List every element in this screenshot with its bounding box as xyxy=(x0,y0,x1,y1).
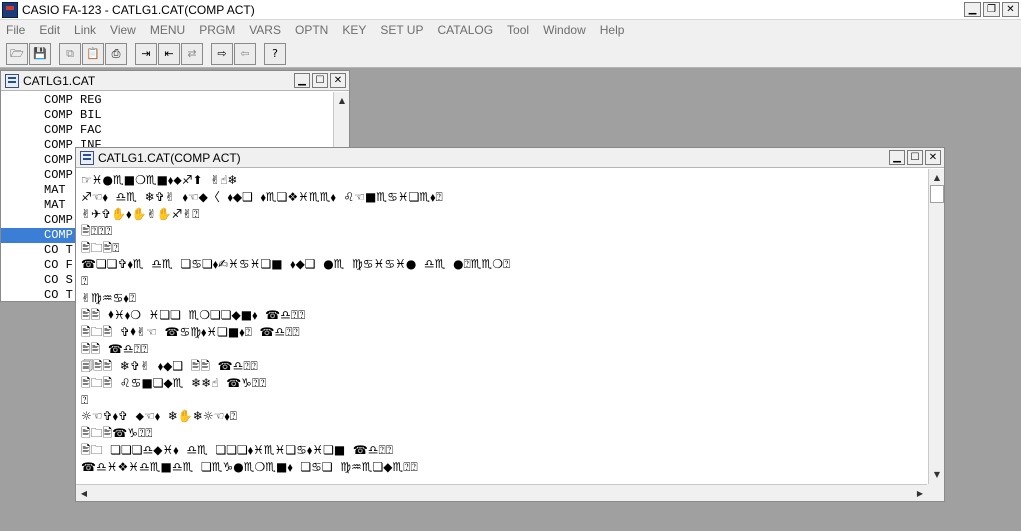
menu-file[interactable]: File xyxy=(6,23,25,37)
transfer-icon: ⇄ xyxy=(187,47,197,60)
comp-act-window-titlebar[interactable]: CATLG1.CAT(COMP ACT) ▁ ☐ ✕ xyxy=(76,148,944,168)
catalog-item[interactable]: COMP BIL xyxy=(1,108,333,123)
text-line: ☼☜✞⬧✞ ⬥☜⬧ ❄✋❄☼☜⬧⍰ xyxy=(81,409,238,424)
menu-window[interactable]: Window xyxy=(543,23,586,37)
text-line: 🗐🖹🖹 ❄✞✌ ⬧◆❑ 🖹🖹 ☎♎⍰⍰ xyxy=(81,358,258,373)
save-icon: 💾 xyxy=(33,47,47,60)
text-line: ☞♓●♏■❍♏■⬧⬥♐⬆ ✌☝❄ xyxy=(81,173,238,187)
text-line: 🖹🖹 ⬧♓⬧❍ ♓❏❏ ♏❍❏❏◆■⬧ ☎♎⍰⍰ xyxy=(81,308,306,323)
scroll-right-icon[interactable]: ▶ xyxy=(912,485,928,501)
text-line: ✌✈✞✋⬧✋✌✋♐✌⍰ xyxy=(81,206,200,221)
scroll-up-icon[interactable]: ▲ xyxy=(929,169,945,185)
catalog-item[interactable]: COMP FAC xyxy=(1,123,333,138)
catalog-item[interactable]: COMP REG xyxy=(1,93,333,108)
text-line: ☎♎♓❖♓♎♏■♎♏ ❏♏♑●♏❍♏■⬧ ❏♋❏ ♍♒♏❏◆♏⍰⍰ xyxy=(81,460,418,475)
text-line: ⍰ xyxy=(81,274,89,289)
open-button[interactable]: 🗁 xyxy=(6,42,28,65)
send-button[interactable]: ⇥ xyxy=(135,42,157,65)
text-line: 🖹🖹 ☎♎⍰⍰ xyxy=(81,341,149,356)
comp-act-horizontal-scrollbar[interactable]: ◀ ▶ xyxy=(76,484,928,501)
text-line: ☎❏❏✞⬧♏ ♎♏ ❏♋❏⬧✍♓♋♓❏■ ⬧◆❑ ●♏ ♍♋♓♋♓● ♎♏ ●⍰… xyxy=(81,257,511,272)
text-line: 🖹⍰⍰⍰ xyxy=(81,223,113,238)
print-button[interactable]: ⎙ xyxy=(105,42,127,65)
document-icon xyxy=(5,73,19,88)
save-button[interactable]: 💾 xyxy=(29,42,51,65)
text-line: ⍰ xyxy=(81,392,89,407)
scroll-up-icon[interactable]: ▲ xyxy=(334,92,350,108)
import-button[interactable]: ⇦ xyxy=(234,42,256,65)
receive-button[interactable]: ⇤ xyxy=(158,42,180,65)
text-line: 🖹🗀🖹 ♌♋■❏◆♏ ❄❄☝ ☎♑⍰⍰ xyxy=(81,375,267,390)
restore-button[interactable]: ❐ xyxy=(983,2,1000,17)
send-icon: ⇥ xyxy=(141,47,151,60)
menu-vars[interactable]: VARS xyxy=(249,23,281,37)
menu-prgm[interactable]: PRGM xyxy=(199,23,235,37)
text-line: 🖹🗀🖹 ✞⬧✌☜ ☎♋♍⬧♓❏■⬧⍰ ☎♎⍰⍰ xyxy=(81,325,300,340)
menu-tool[interactable]: Tool xyxy=(507,23,529,37)
comp-act-text-area[interactable]: ☞♓●♏■❍♏■⬧⬥♐⬆ ✌☝❄ ♐☜⬧ ♎♏ ❄✞✌ ⬧☜◆〈 ⬧◆❑ ⬧♏❏… xyxy=(76,169,928,483)
menu-edit[interactable]: Edit xyxy=(39,23,60,37)
scroll-left-icon[interactable]: ◀ xyxy=(76,485,92,501)
comp-act-vertical-scrollbar[interactable]: ▲ ▼ xyxy=(928,169,944,484)
import-icon: ⇦ xyxy=(240,47,250,60)
receive-icon: ⇤ xyxy=(164,47,174,60)
catalog-window-titlebar[interactable]: CATLG1.CAT ▁ ☐ ✕ xyxy=(1,71,349,91)
comp-act-maximize-button[interactable]: ☐ xyxy=(907,150,923,165)
catalog-close-button[interactable]: ✕ xyxy=(330,73,346,88)
menu-bar: File Edit Link View MENU PRGM VARS OPTN … xyxy=(0,20,1021,40)
menu-setup[interactable]: SET UP xyxy=(380,23,423,37)
catalog-minimize-button[interactable]: ▁ xyxy=(294,73,310,88)
text-line: 🖹🗀 ❏❏❏♎◆♓⬧ ♎♏ ❏❏❏⬧♓♏♓❏♋⬧♓❏■ ☎♎⍰⍰ xyxy=(81,443,393,458)
text-line: 🖹🗀🖹☎♑⍰⍰ xyxy=(81,426,153,441)
menu-menu[interactable]: MENU xyxy=(150,23,185,37)
print-icon: ⎙ xyxy=(111,47,121,60)
comp-act-window-controls: ▁ ☐ ✕ xyxy=(889,150,941,165)
menu-key[interactable]: KEY xyxy=(342,23,366,37)
comp-act-minimize-button[interactable]: ▁ xyxy=(889,150,905,165)
scroll-down-icon[interactable]: ▼ xyxy=(929,466,945,482)
text-line: ✌♍♒♋⬧⍰ xyxy=(81,291,136,306)
help-button[interactable]: ? xyxy=(264,42,286,65)
menu-optn[interactable]: OPTN xyxy=(295,23,328,37)
text-line: 🖹🗀🖹⍰ xyxy=(81,240,120,255)
paste-button[interactable]: 📋 xyxy=(82,42,104,65)
comp-act-window: CATLG1.CAT(COMP ACT) ▁ ☐ ✕ ☞♓●♏■❍♏■⬧⬥♐⬆ … xyxy=(75,147,945,502)
export-button[interactable]: ⇨ xyxy=(211,42,233,65)
toolbar: 🗁 💾 ⧉ 📋 ⎙ ⇥ ⇤ ⇄ ⇨ ⇦ ? xyxy=(0,40,1021,68)
scrollbar-corner xyxy=(927,484,944,501)
close-button[interactable]: ✕ xyxy=(1002,2,1019,17)
help-icon: ? xyxy=(272,47,278,60)
scroll-thumb[interactable] xyxy=(930,185,944,203)
menu-catalog[interactable]: CATALOG xyxy=(437,23,493,37)
menu-view[interactable]: View xyxy=(110,23,136,37)
comp-act-close-button[interactable]: ✕ xyxy=(925,150,941,165)
comp-act-window-title: CATLG1.CAT(COMP ACT) xyxy=(98,150,241,165)
catalog-window-controls: ▁ ☐ ✕ xyxy=(294,73,346,88)
casio-app-icon xyxy=(2,1,18,18)
app-titlebar: CASIO FA-123 - CATLG1.CAT(COMP ACT) ▁ ❐ … xyxy=(0,0,1021,20)
export-icon: ⇨ xyxy=(217,47,227,60)
paste-icon: 📋 xyxy=(86,47,100,60)
text-line: ♐☜⬧ ♎♏ ❄✞✌ ⬧☜◆〈 ⬧◆❑ ⬧♏❏❖♓♏♏⬧ ♌☜■♏♋♓❏♏⬧⍰ xyxy=(81,189,443,204)
copy-button[interactable]: ⧉ xyxy=(59,42,81,65)
minimize-button[interactable]: ▁ xyxy=(964,2,981,17)
open-icon: 🗁 xyxy=(10,47,24,60)
copy-icon: ⧉ xyxy=(66,47,74,60)
transfer-button[interactable]: ⇄ xyxy=(181,42,203,65)
menu-help[interactable]: Help xyxy=(600,23,625,37)
catalog-maximize-button[interactable]: ☐ xyxy=(312,73,328,88)
window-controls: ▁ ❐ ✕ xyxy=(964,2,1019,17)
app-title: CASIO FA-123 - CATLG1.CAT(COMP ACT) xyxy=(22,2,255,17)
catalog-window-title: CATLG1.CAT xyxy=(23,73,96,88)
document-icon xyxy=(80,150,94,165)
menu-link[interactable]: Link xyxy=(74,23,96,37)
